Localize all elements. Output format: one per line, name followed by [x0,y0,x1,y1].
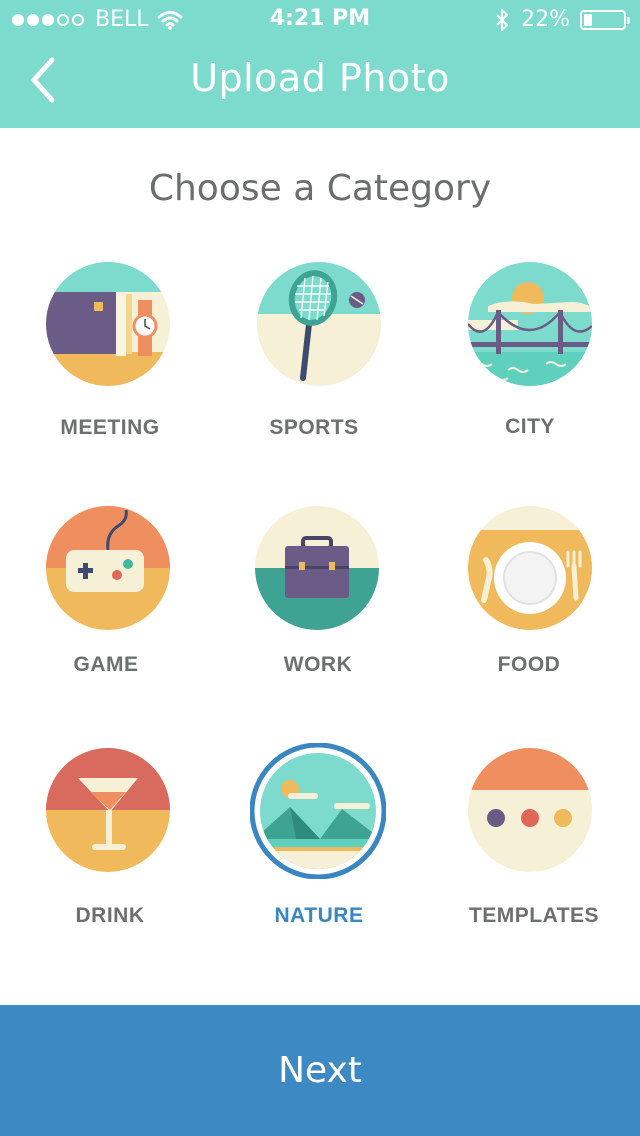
battery-level [584,13,592,26]
battery-icon [580,9,630,30]
category-food-button[interactable] [468,506,592,630]
category-sports-button[interactable] [257,262,381,386]
briefcase-icon [255,506,379,630]
next-button[interactable]: Next [0,1005,640,1136]
header-bar: BELL 4:21 PM 22% Upload Photo [0,0,640,128]
mountains-icon [249,742,387,880]
category-work-label: WORK [283,653,353,676]
bluetooth-icon [496,8,509,31]
status-right: 22% [495,7,630,32]
status-bar: BELL 4:21 PM 22% [0,0,640,40]
page-title: Upload Photo [190,56,450,100]
cocktail-icon [46,748,170,872]
category-game-button[interactable] [46,506,170,630]
category-templates-button[interactable] [468,748,592,872]
category-nature-button[interactable] [249,742,387,880]
section-heading: Choose a Category [148,168,492,209]
meeting-icon [46,262,170,386]
game-controller-icon [46,506,170,630]
category-templates-label: TEMPLATES [468,904,600,927]
category-game-label: GAME [73,653,139,676]
category-drink-button[interactable] [46,748,170,872]
bridge-icon [468,262,592,386]
templates-icon [468,748,592,872]
tennis-racket-icon [257,262,381,386]
category-drink-label: DRINK [75,904,145,927]
category-city-label: CITY [505,415,555,438]
category-work-button[interactable] [255,506,379,630]
plate-icon [468,506,592,630]
category-city-button[interactable] [468,262,592,386]
category-meeting-label: MEETING [60,416,160,439]
category-nature-label: NATURE [274,904,364,927]
battery-percent: 22% [521,7,570,32]
category-meeting-button[interactable] [46,262,170,386]
category-food-label: FOOD [497,653,561,676]
category-sports-label: SPORTS [269,416,359,439]
